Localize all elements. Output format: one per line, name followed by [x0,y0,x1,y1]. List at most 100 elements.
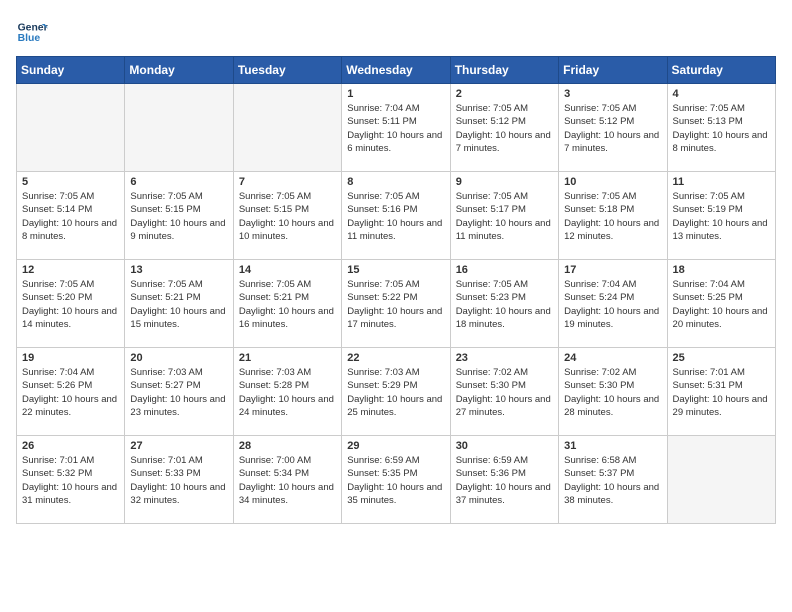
day-info: Sunrise: 7:05 AM Sunset: 5:18 PM Dayligh… [564,190,661,243]
day-number: 24 [564,352,661,364]
day-info: Sunrise: 7:05 AM Sunset: 5:13 PM Dayligh… [673,102,770,155]
day-info: Sunrise: 7:05 AM Sunset: 5:12 PM Dayligh… [564,102,661,155]
calendar-cell: 26 Sunrise: 7:01 AM Sunset: 5:32 PM Dayli… [17,436,125,524]
day-info: Sunrise: 7:05 AM Sunset: 5:16 PM Dayligh… [347,190,444,243]
calendar-cell [125,84,233,172]
calendar-week-2: 5Sunrise: 7:05 AM Sunset: 5:14 PM Daylig… [17,172,776,260]
calendar-cell: 17 Sunrise: 7:04 AM Sunset: 5:24 PM Dayli… [559,260,667,348]
day-info: Sunrise: 7:05 AM Sunset: 5:21 PM Dayligh… [130,278,227,331]
weekday-header-friday: Friday [559,57,667,84]
calendar-cell: 1 Sunrise: 7:04 AM Sunset: 5:11 PM Daylig… [342,84,450,172]
day-info: Sunrise: 7:01 AM Sunset: 5:33 PM Dayligh… [130,454,227,507]
day-number: 15 [347,264,444,276]
calendar-cell: 15 Sunrise: 7:05 AM Sunset: 5:22 PM Dayli… [342,260,450,348]
calendar-table: SundayMondayTuesdayWednesdayThursdayFrid… [16,56,776,524]
calendar-cell: 9Sunrise: 7:05 AM Sunset: 5:17 PM Daylig… [450,172,558,260]
day-info: Sunrise: 7:04 AM Sunset: 5:24 PM Dayligh… [564,278,661,331]
day-number: 21 [239,352,336,364]
day-number: 22 [347,352,444,364]
day-info: Sunrise: 6:59 AM Sunset: 5:35 PM Dayligh… [347,454,444,507]
day-info: Sunrise: 7:05 AM Sunset: 5:19 PM Dayligh… [673,190,770,243]
calendar-cell: 2 Sunrise: 7:05 AM Sunset: 5:12 PM Daylig… [450,84,558,172]
day-info: Sunrise: 7:01 AM Sunset: 5:32 PM Dayligh… [22,454,119,507]
day-info: Sunrise: 7:05 AM Sunset: 5:23 PM Dayligh… [456,278,553,331]
day-number: 16 [456,264,553,276]
day-number: 25 [673,352,770,364]
calendar-cell: 25 Sunrise: 7:01 AM Sunset: 5:31 PM Dayli… [667,348,775,436]
calendar-cell: 10 Sunrise: 7:05 AM Sunset: 5:18 PM Dayli… [559,172,667,260]
day-number: 12 [22,264,119,276]
calendar-cell: 13 Sunrise: 7:05 AM Sunset: 5:21 PM Dayli… [125,260,233,348]
calendar-header-row: SundayMondayTuesdayWednesdayThursdayFrid… [17,57,776,84]
calendar-cell [233,84,341,172]
day-info: Sunrise: 7:03 AM Sunset: 5:29 PM Dayligh… [347,366,444,419]
calendar-cell: 21 Sunrise: 7:03 AM Sunset: 5:28 PM Dayli… [233,348,341,436]
calendar-week-5: 26 Sunrise: 7:01 AM Sunset: 5:32 PM Dayli… [17,436,776,524]
weekday-header-wednesday: Wednesday [342,57,450,84]
day-info: Sunrise: 7:05 AM Sunset: 5:15 PM Dayligh… [130,190,227,243]
day-info: Sunrise: 7:05 AM Sunset: 5:21 PM Dayligh… [239,278,336,331]
calendar-cell: 6Sunrise: 7:05 AM Sunset: 5:15 PM Daylig… [125,172,233,260]
day-number: 28 [239,440,336,452]
day-info: Sunrise: 7:00 AM Sunset: 5:34 PM Dayligh… [239,454,336,507]
day-info: Sunrise: 7:05 AM Sunset: 5:17 PM Dayligh… [456,190,553,243]
calendar-cell: 16 Sunrise: 7:05 AM Sunset: 5:23 PM Dayli… [450,260,558,348]
day-number: 2 [456,88,553,100]
day-number: 31 [564,440,661,452]
day-number: 8 [347,176,444,188]
day-info: Sunrise: 7:01 AM Sunset: 5:31 PM Dayligh… [673,366,770,419]
weekday-header-thursday: Thursday [450,57,558,84]
day-number: 13 [130,264,227,276]
day-info: Sunrise: 7:04 AM Sunset: 5:25 PM Dayligh… [673,278,770,331]
calendar-cell [667,436,775,524]
day-number: 4 [673,88,770,100]
svg-text:Blue: Blue [18,33,41,44]
calendar-cell: 19 Sunrise: 7:04 AM Sunset: 5:26 PM Dayli… [17,348,125,436]
day-info: Sunrise: 7:05 AM Sunset: 5:20 PM Dayligh… [22,278,119,331]
day-number: 18 [673,264,770,276]
calendar-cell: 31 Sunrise: 6:58 AM Sunset: 5:37 PM Dayli… [559,436,667,524]
day-number: 29 [347,440,444,452]
calendar-cell: 4 Sunrise: 7:05 AM Sunset: 5:13 PM Daylig… [667,84,775,172]
calendar-cell: 23Sunrise: 7:02 AM Sunset: 5:30 PM Dayli… [450,348,558,436]
day-number: 20 [130,352,227,364]
day-number: 23 [456,352,553,364]
logo-icon: General Blue [16,16,48,48]
day-number: 5 [22,176,119,188]
calendar-cell: 18 Sunrise: 7:04 AM Sunset: 5:25 PM Dayli… [667,260,775,348]
calendar-cell: 7Sunrise: 7:05 AM Sunset: 5:15 PM Daylig… [233,172,341,260]
day-number: 27 [130,440,227,452]
calendar-week-3: 12 Sunrise: 7:05 AM Sunset: 5:20 PM Dayli… [17,260,776,348]
day-number: 7 [239,176,336,188]
day-number: 19 [22,352,119,364]
day-number: 17 [564,264,661,276]
calendar-cell: 24 Sunrise: 7:02 AM Sunset: 5:30 PM Dayli… [559,348,667,436]
weekday-header-saturday: Saturday [667,57,775,84]
calendar-week-4: 19 Sunrise: 7:04 AM Sunset: 5:26 PM Dayli… [17,348,776,436]
calendar-cell: 27 Sunrise: 7:01 AM Sunset: 5:33 PM Dayli… [125,436,233,524]
day-number: 1 [347,88,444,100]
day-info: Sunrise: 7:05 AM Sunset: 5:12 PM Dayligh… [456,102,553,155]
day-info: Sunrise: 7:02 AM Sunset: 5:30 PM Dayligh… [564,366,661,419]
calendar-cell: 22 Sunrise: 7:03 AM Sunset: 5:29 PM Dayli… [342,348,450,436]
calendar-cell [17,84,125,172]
day-info: Sunrise: 7:03 AM Sunset: 5:28 PM Dayligh… [239,366,336,419]
day-number: 10 [564,176,661,188]
calendar-cell: 8 Sunrise: 7:05 AM Sunset: 5:16 PM Daylig… [342,172,450,260]
day-number: 26 [22,440,119,452]
calendar-week-1: 1 Sunrise: 7:04 AM Sunset: 5:11 PM Daylig… [17,84,776,172]
day-info: Sunrise: 6:58 AM Sunset: 5:37 PM Dayligh… [564,454,661,507]
day-number: 3 [564,88,661,100]
weekday-header-tuesday: Tuesday [233,57,341,84]
calendar-cell: 5Sunrise: 7:05 AM Sunset: 5:14 PM Daylig… [17,172,125,260]
calendar-cell: 12 Sunrise: 7:05 AM Sunset: 5:20 PM Dayli… [17,260,125,348]
logo: General Blue [16,16,48,48]
page-header: General Blue [16,16,776,48]
day-info: Sunrise: 7:04 AM Sunset: 5:26 PM Dayligh… [22,366,119,419]
day-info: Sunrise: 7:04 AM Sunset: 5:11 PM Dayligh… [347,102,444,155]
weekday-header-monday: Monday [125,57,233,84]
day-info: Sunrise: 6:59 AM Sunset: 5:36 PM Dayligh… [456,454,553,507]
day-info: Sunrise: 7:05 AM Sunset: 5:22 PM Dayligh… [347,278,444,331]
day-info: Sunrise: 7:03 AM Sunset: 5:27 PM Dayligh… [130,366,227,419]
calendar-body: 1 Sunrise: 7:04 AM Sunset: 5:11 PM Daylig… [17,84,776,524]
